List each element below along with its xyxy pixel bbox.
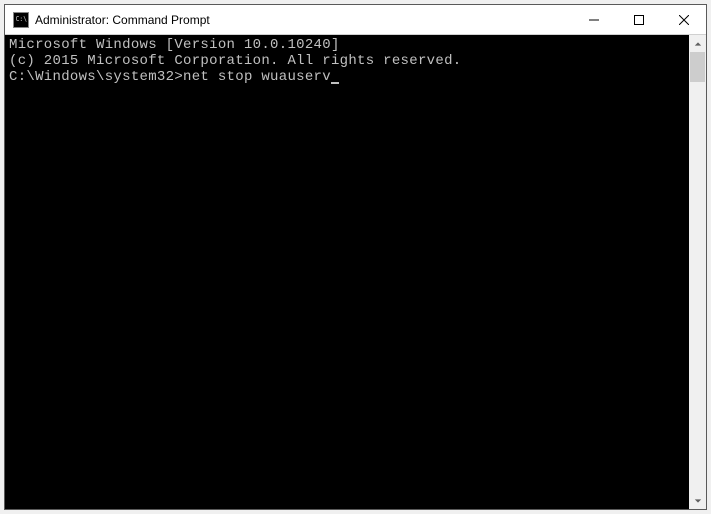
chevron-down-icon (694, 497, 702, 505)
terminal-area: Microsoft Windows [Version 10.0.10240](c… (5, 35, 706, 509)
terminal-content[interactable]: Microsoft Windows [Version 10.0.10240](c… (5, 35, 689, 509)
scroll-up-button[interactable] (689, 35, 706, 52)
typed-command: net stop wuauserv (183, 69, 331, 85)
version-line: Microsoft Windows [Version 10.0.10240] (9, 37, 685, 53)
command-prompt-window: C:\ Administrator: Command Prompt Micros… (4, 4, 707, 510)
chevron-up-icon (694, 40, 702, 48)
window-title: Administrator: Command Prompt (35, 13, 571, 27)
scroll-down-button[interactable] (689, 492, 706, 509)
copyright-line: (c) 2015 Microsoft Corporation. All righ… (9, 53, 685, 69)
maximize-button[interactable] (616, 5, 661, 34)
vertical-scrollbar[interactable] (689, 35, 706, 509)
close-button[interactable] (661, 5, 706, 34)
cmd-icon: C:\ (13, 12, 29, 28)
prompt-line: C:\Windows\system32>net stop wuauserv (9, 69, 685, 85)
minimize-button[interactable] (571, 5, 616, 34)
minimize-icon (589, 15, 599, 25)
text-cursor (331, 82, 339, 84)
maximize-icon (634, 15, 644, 25)
cmd-icon-text: C:\ (15, 16, 26, 23)
window-controls (571, 5, 706, 34)
prompt-path: C:\Windows\system32> (9, 69, 183, 85)
close-icon (679, 15, 689, 25)
titlebar[interactable]: C:\ Administrator: Command Prompt (5, 5, 706, 35)
scrollbar-thumb[interactable] (690, 52, 705, 82)
